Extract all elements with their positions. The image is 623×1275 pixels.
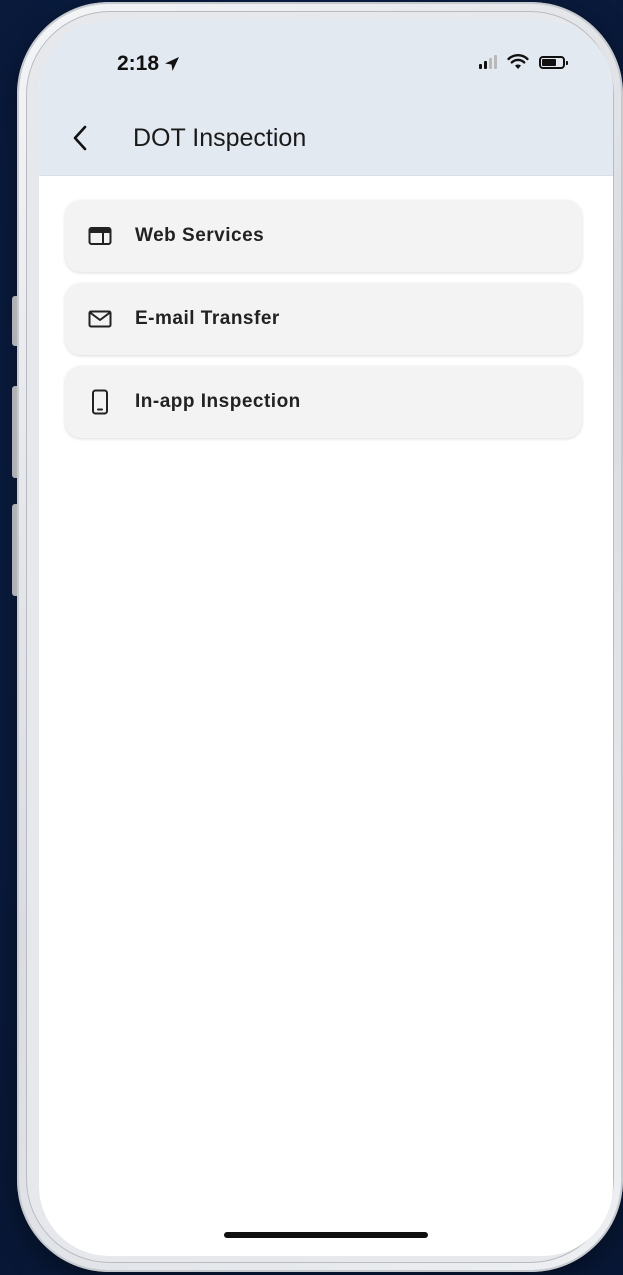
list-item-email-transfer[interactable]: E-mail Transfer — [65, 283, 582, 355]
page-title: DOT Inspection — [133, 124, 307, 152]
cellular-signal-icon — [479, 55, 497, 69]
smartphone-icon — [87, 389, 113, 415]
list-item-web-services[interactable]: Web Services — [65, 200, 582, 272]
inspection-method-list: Web Services E-mail Transfer In-app Insp… — [65, 200, 582, 449]
battery-icon — [539, 55, 568, 69]
list-item-label: Web Services — [135, 225, 265, 246]
status-bar-time: 2:18 — [117, 52, 181, 76]
status-time-text: 2:18 — [117, 52, 160, 75]
phone-screen: 2:18 DOT Inspection Web Services E-mail … — [39, 20, 613, 1256]
back-button[interactable] — [65, 120, 95, 156]
status-bar-indicators — [479, 54, 568, 70]
list-item-label: In-app Inspection — [135, 391, 301, 412]
wifi-icon — [507, 54, 529, 69]
app-header: 2:18 DOT Inspection — [39, 20, 613, 176]
list-item-in-app-inspection[interactable]: In-app Inspection — [65, 366, 582, 438]
envelope-icon — [87, 306, 113, 332]
chevron-left-icon — [73, 125, 87, 151]
phone-frame: 2:18 DOT Inspection Web Services E-mail … — [17, 2, 623, 1272]
home-indicator[interactable] — [224, 1232, 428, 1238]
web-browser-icon — [87, 223, 113, 249]
list-item-label: E-mail Transfer — [135, 308, 280, 329]
location-arrow-icon — [165, 57, 180, 71]
